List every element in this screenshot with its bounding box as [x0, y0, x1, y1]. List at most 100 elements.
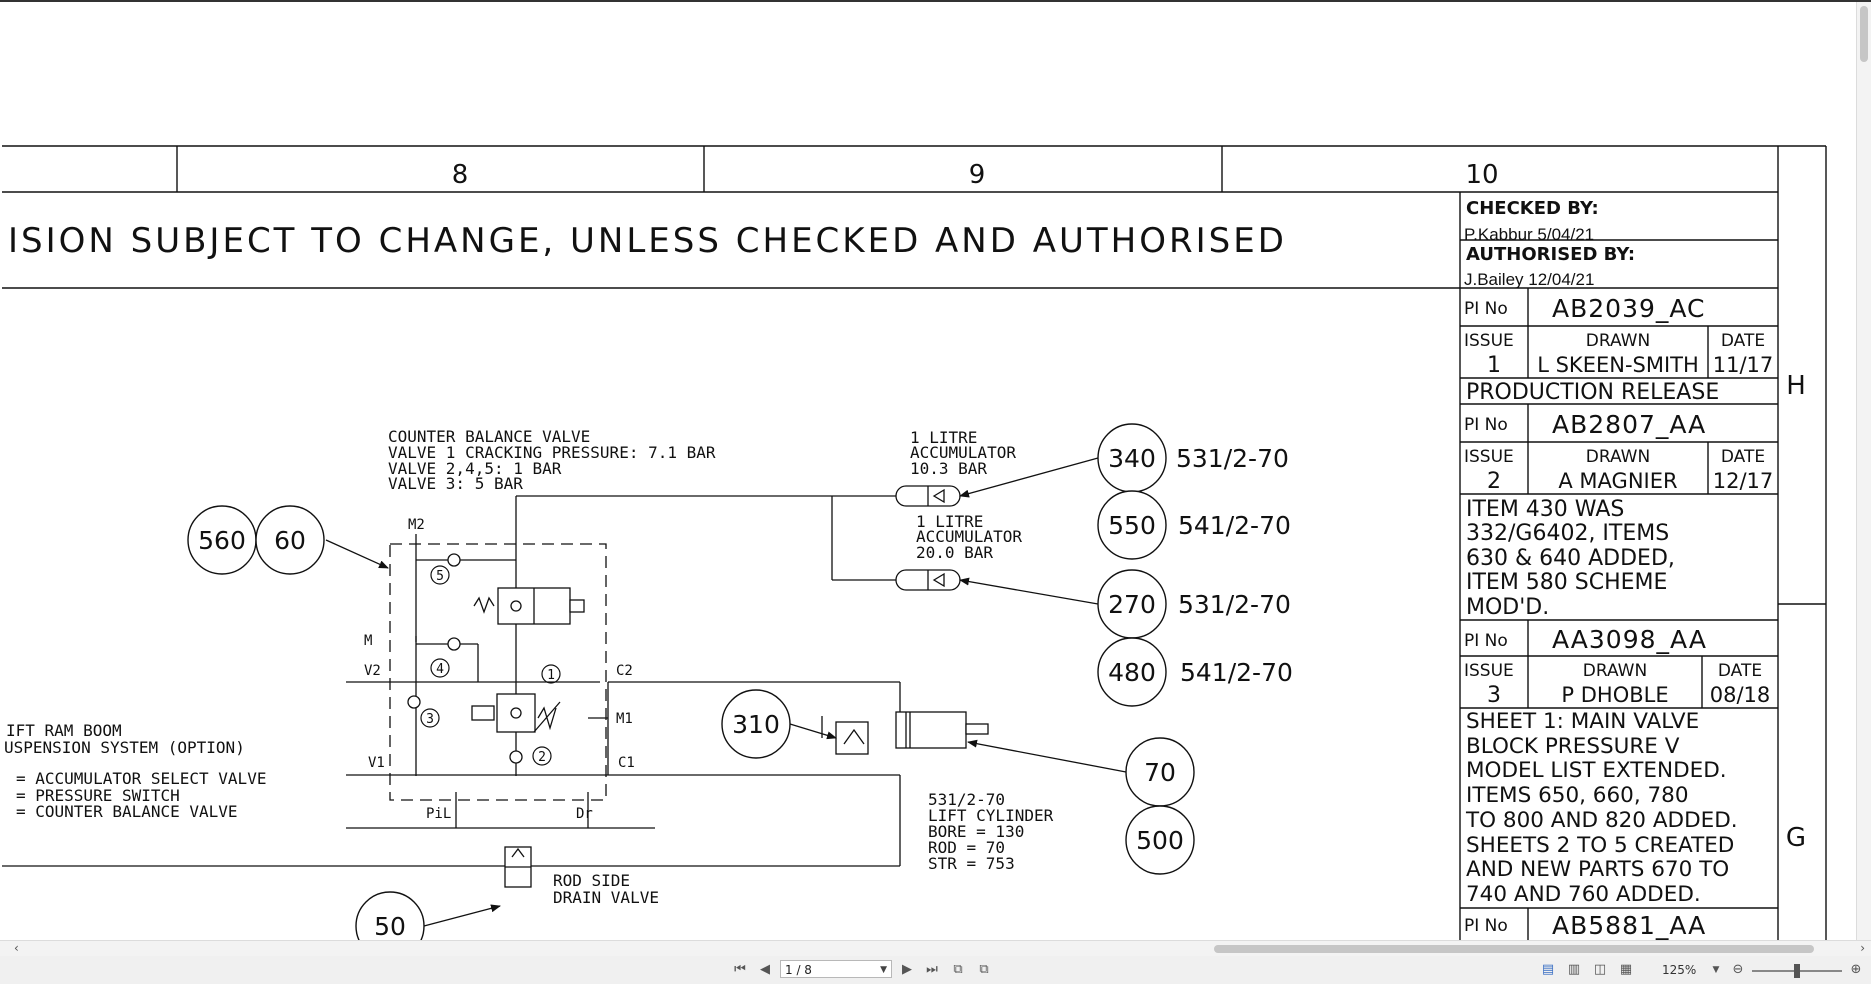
- status-bar: ⏮ ◀ 1 / 8 ▼ ▶ ⏭ ⧉ ⧉ ▤ ▥ ◫ ▦ 125% ▼ ⊖ ⊕: [0, 956, 1871, 984]
- copy-page-icon[interactable]: ⧉: [948, 960, 968, 980]
- note-line: VALVE 3: 5 BAR: [388, 474, 523, 493]
- zoom-in-icon[interactable]: ⊕: [1846, 960, 1866, 980]
- revision-note: SHEET 1: MAIN VALVE: [1466, 709, 1699, 734]
- checked-by-signature: P.Kabbur 5/04/21: [1464, 225, 1594, 244]
- valve-number: 3: [426, 712, 434, 727]
- revision-notes: SHEET 1: MAIN VALVE BLOCK PRESSURE V MOD…: [1465, 709, 1738, 907]
- drawn-label: DRAWN: [1586, 331, 1650, 351]
- drawn-by: L SKEEN-SMITH: [1537, 353, 1699, 377]
- last-page-icon[interactable]: ⏭: [922, 960, 942, 980]
- previous-page-icon[interactable]: ◀: [756, 960, 774, 980]
- balloon-label: 500: [1136, 826, 1184, 855]
- note-line: USPENSION SYSTEM (OPTION): [4, 738, 245, 757]
- revision-note: 740 AND 760 ADDED.: [1466, 882, 1701, 907]
- valve-number: 5: [436, 569, 444, 584]
- date-label: DATE: [1721, 331, 1765, 351]
- column-label: 10: [1465, 160, 1498, 190]
- zoom-slider-handle[interactable]: [1794, 964, 1800, 978]
- next-page-icon[interactable]: ▶: [898, 960, 916, 980]
- drain-valve-note: ROD SIDE DRAIN VALVE: [553, 871, 659, 907]
- pi-number: AA3098_AA: [1552, 625, 1707, 654]
- revision-note: TO 800 AND 820 ADDED.: [1465, 808, 1738, 833]
- note-line: 20.0 BAR: [916, 543, 993, 562]
- drawn-by: A MAGNIER: [1558, 469, 1677, 493]
- balloon-label: 560: [198, 526, 246, 555]
- valve-symbols: [407, 553, 585, 888]
- revision-note: PRODUCTION RELEASE: [1466, 380, 1719, 405]
- port-labels: M2 M V2 V1 C2 C1 M1 PiL Dr: [364, 517, 635, 822]
- column-label: 9: [969, 160, 986, 190]
- note-line: STR = 753: [928, 854, 1015, 873]
- port-label-m2: M2: [408, 517, 425, 533]
- row-letter: H: [1786, 371, 1806, 401]
- scroll-left-icon[interactable]: ‹: [14, 941, 19, 955]
- drawn-by: P DHOBLE: [1561, 683, 1668, 707]
- fit-page-icon[interactable]: ⧉: [974, 960, 994, 980]
- scroll-thumb[interactable]: [1214, 945, 1814, 953]
- pi-number: AB5881_AA: [1552, 911, 1706, 940]
- two-page-continuous-icon[interactable]: ▦: [1616, 960, 1636, 980]
- zoom-level[interactable]: 125%: [1662, 960, 1706, 980]
- revision-banner: ISION SUBJECT TO CHANGE, UNLESS CHECKED …: [8, 221, 1287, 261]
- legend-item: = COUNTER BALANCE VALVE: [16, 802, 238, 821]
- valve-number: 2: [538, 750, 546, 765]
- issue-number: 3: [1487, 683, 1501, 708]
- lift-cylinder-note: 531/2-70 LIFT CYLINDER BORE = 130 ROD = …: [928, 790, 1054, 873]
- revision-note: ITEMS 650, 660, 780: [1466, 783, 1689, 808]
- revision-note: SHEETS 2 TO 5 CREATED: [1466, 833, 1734, 858]
- continuous-view-icon[interactable]: ▥: [1564, 960, 1584, 980]
- part-reference: 541/2-70: [1180, 658, 1293, 687]
- valve-number: 4: [436, 662, 444, 677]
- revision-note: AND NEW PARTS 670 TO: [1466, 857, 1729, 882]
- balloon-label: 70: [1144, 758, 1176, 787]
- pi-no-label: PI No: [1464, 415, 1508, 435]
- revision-date: 11/17: [1713, 353, 1774, 377]
- authorised-by-signature: J.Bailey 12/04/21: [1464, 270, 1594, 289]
- issue-label: ISSUE: [1464, 661, 1514, 681]
- revision-notes: ITEM 430 WAS 332/G6402, ITEMS 630 & 640 …: [1466, 497, 1675, 620]
- port-label-m1: M1: [616, 711, 633, 727]
- port-label-v1: V1: [368, 755, 385, 771]
- zoom-dropdown-icon[interactable]: ▼: [1710, 960, 1722, 980]
- chevron-down-icon: ▼: [880, 965, 887, 975]
- date-label: DATE: [1718, 661, 1762, 681]
- revision-note: MODEL LIST EXTENDED.: [1466, 758, 1727, 783]
- pi-number: AB2807_AA: [1552, 410, 1706, 439]
- vertical-scrollbar[interactable]: [1856, 2, 1871, 942]
- port-label-c2: C2: [616, 663, 633, 679]
- pi-no-label: PI No: [1464, 299, 1508, 319]
- revision-date: 12/17: [1713, 469, 1774, 493]
- column-label: 8: [452, 160, 469, 190]
- part-reference: 541/2-70: [1178, 511, 1291, 540]
- drawn-label: DRAWN: [1586, 447, 1650, 467]
- issue-label: ISSUE: [1464, 447, 1514, 467]
- lift-cylinder-symbol: [835, 711, 989, 755]
- accumulator-1-note: 1 LITRE ACCUMULATOR 10.3 BAR: [910, 428, 1016, 478]
- page-selector[interactable]: 1 / 8 ▼: [780, 960, 892, 978]
- single-page-view-icon[interactable]: ▤: [1538, 960, 1558, 980]
- legend: = ACCUMULATOR SELECT VALVE = PRESSURE SW…: [16, 769, 266, 821]
- first-page-icon[interactable]: ⏮: [730, 960, 750, 980]
- scroll-right-icon[interactable]: ›: [1860, 941, 1865, 955]
- document-viewport[interactable]: 8 9 10 H G ISION SUBJECT TO CHANGE, UNLE…: [0, 0, 1871, 942]
- row-letter: G: [1786, 823, 1806, 853]
- revision-note: BLOCK PRESSURE V: [1466, 734, 1680, 759]
- schematic-drawing: 8 9 10 H G ISION SUBJECT TO CHANGE, UNLE…: [2, 145, 1827, 940]
- horizontal-scrollbar[interactable]: ‹ ›: [0, 940, 1871, 956]
- two-page-view-icon[interactable]: ◫: [1590, 960, 1610, 980]
- counter-balance-note: COUNTER BALANCE VALVE VALVE 1 CRACKING P…: [388, 427, 716, 493]
- note-line: DRAIN VALVE: [553, 888, 659, 907]
- zoom-out-icon[interactable]: ⊖: [1728, 960, 1748, 980]
- issue-number: 2: [1487, 469, 1501, 494]
- balloon-label: 340: [1108, 444, 1156, 473]
- balloon-label: 480: [1108, 658, 1156, 687]
- checked-by-label: CHECKED BY:: [1466, 198, 1599, 219]
- revision-note: ITEM 430 WAS: [1466, 497, 1624, 522]
- scroll-thumb[interactable]: [1860, 6, 1868, 62]
- page-indicator: 1 / 8: [785, 963, 812, 977]
- boom-suspension-note: IFT RAM BOOM USPENSION SYSTEM (OPTION): [4, 721, 245, 757]
- port-label-c1: C1: [618, 755, 635, 771]
- balloon-label: 270: [1108, 590, 1156, 619]
- port-label-pil: PiL: [426, 806, 451, 822]
- accumulator-2-note: 1 LITRE ACCUMULATOR 20.0 BAR: [916, 512, 1022, 562]
